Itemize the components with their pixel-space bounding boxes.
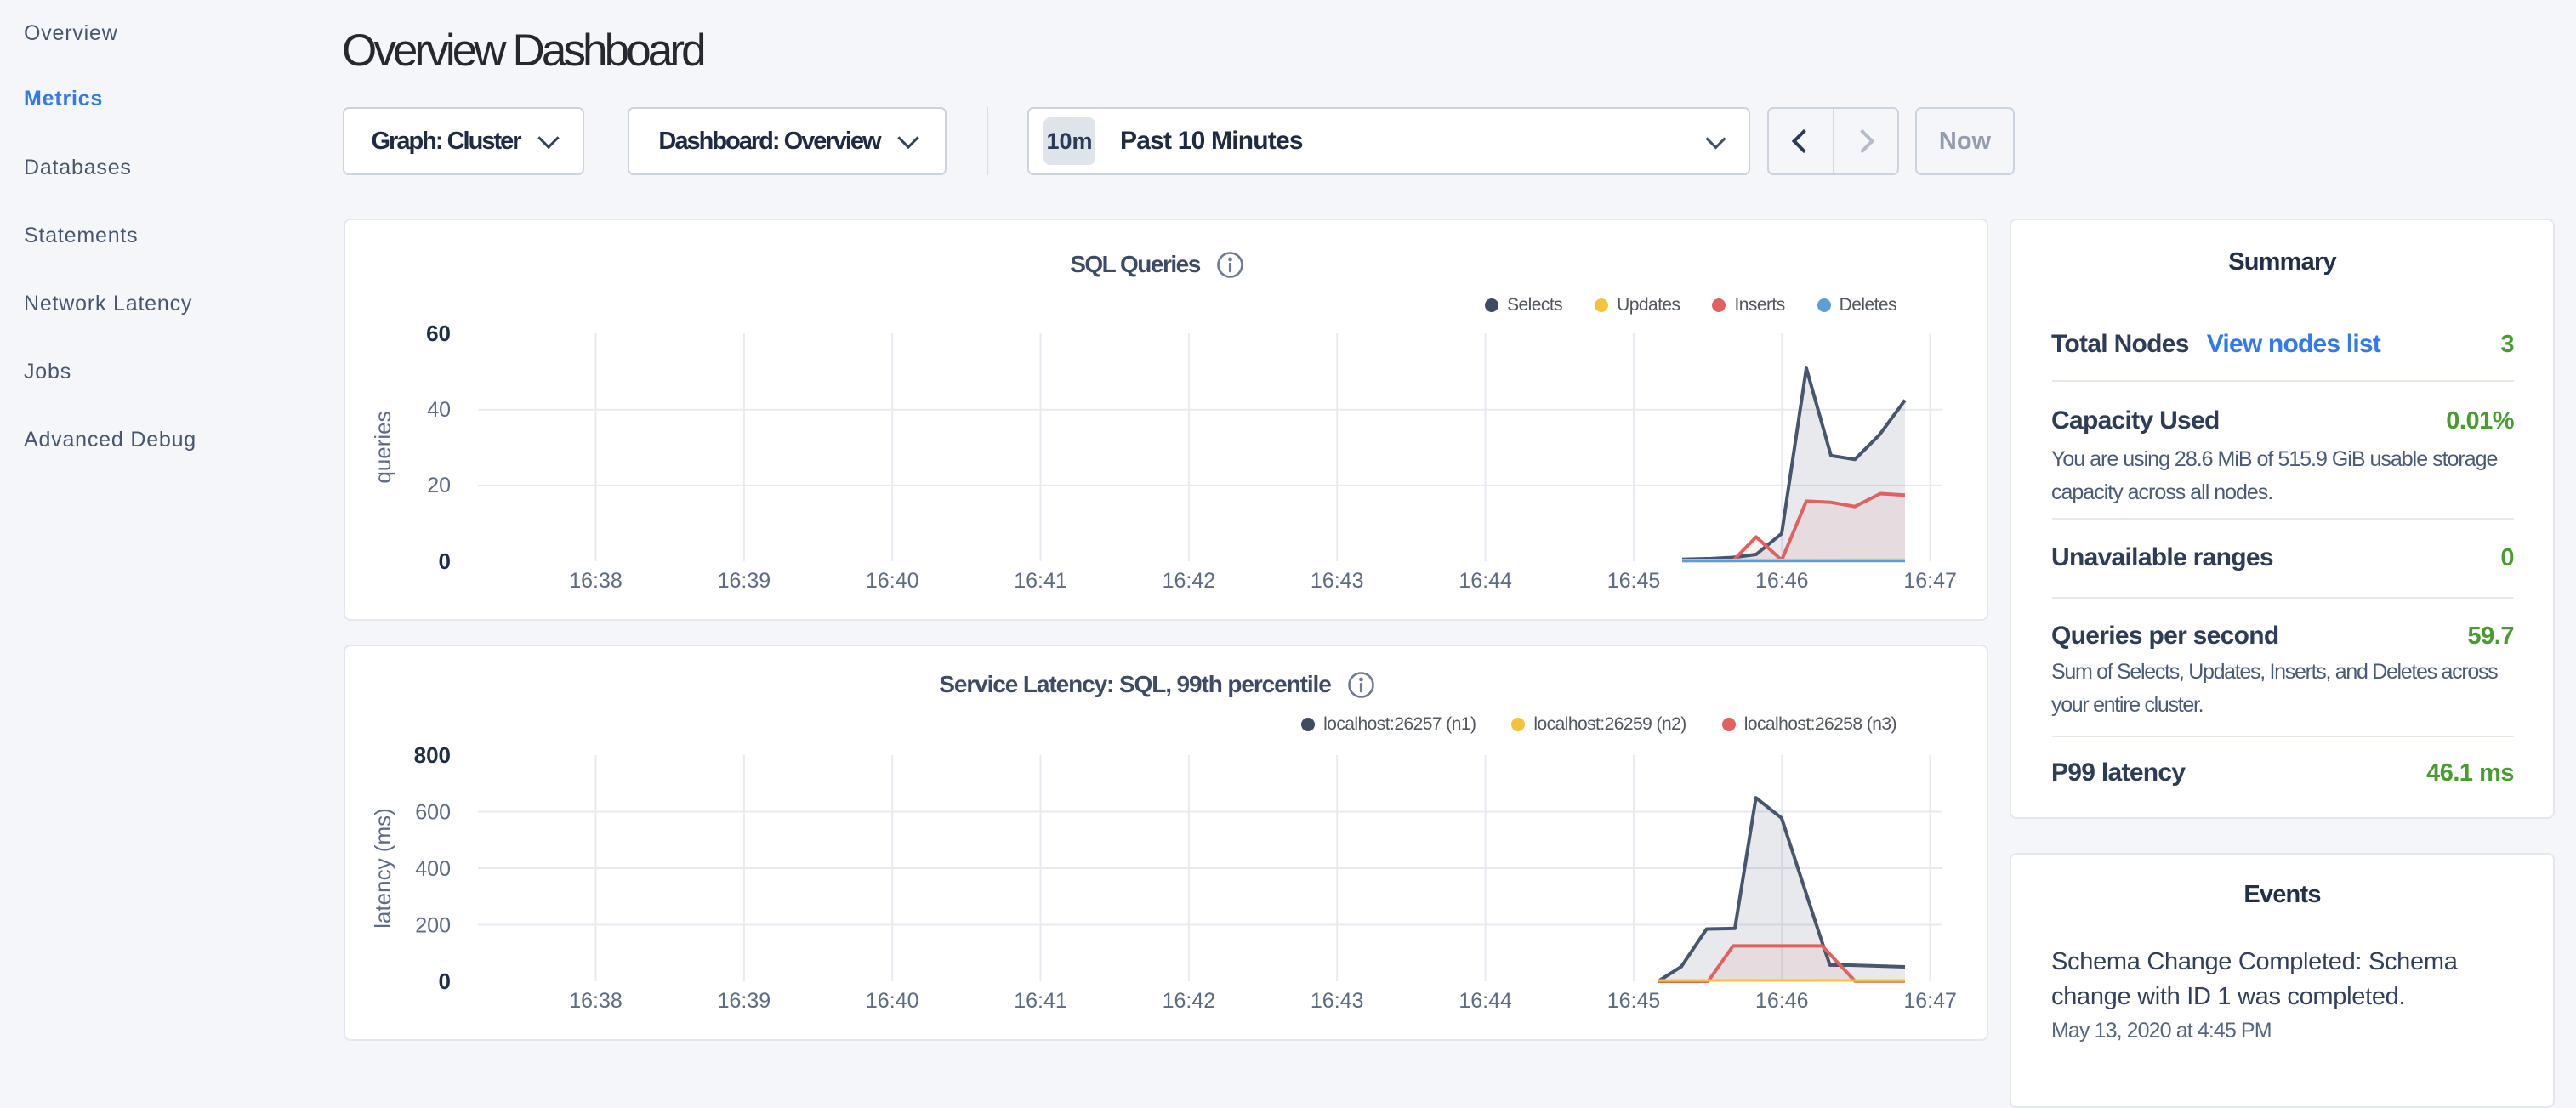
svg-text:16:46: 16:46 xyxy=(1755,989,1809,1013)
svg-text:16:46: 16:46 xyxy=(1755,569,1809,593)
svg-text:0: 0 xyxy=(439,548,451,574)
svg-text:16:41: 16:41 xyxy=(1014,569,1067,593)
svg-text:16:42: 16:42 xyxy=(1163,989,1216,1013)
svg-text:16:38: 16:38 xyxy=(569,989,623,1013)
svg-text:16:43: 16:43 xyxy=(1311,989,1364,1013)
svg-text:16:43: 16:43 xyxy=(1311,569,1364,593)
svg-text:16:44: 16:44 xyxy=(1459,569,1512,593)
svg-text:16:40: 16:40 xyxy=(866,569,919,593)
svg-text:20: 20 xyxy=(427,474,451,497)
svg-text:600: 600 xyxy=(415,801,451,825)
svg-text:queries: queries xyxy=(370,411,395,483)
svg-text:16:47: 16:47 xyxy=(1903,569,1957,593)
svg-text:16:40: 16:40 xyxy=(866,989,919,1013)
svg-text:16:39: 16:39 xyxy=(718,569,771,593)
svg-text:16:47: 16:47 xyxy=(1903,989,1957,1013)
svg-text:800: 800 xyxy=(414,742,451,768)
svg-text:16:45: 16:45 xyxy=(1607,989,1661,1013)
svg-text:16:42: 16:42 xyxy=(1163,569,1216,593)
svg-text:200: 200 xyxy=(415,914,451,938)
svg-text:60: 60 xyxy=(426,321,451,346)
svg-text:16:41: 16:41 xyxy=(1014,989,1067,1013)
svg-text:16:45: 16:45 xyxy=(1607,569,1661,593)
svg-text:400: 400 xyxy=(415,857,451,881)
svg-text:40: 40 xyxy=(427,398,451,422)
svg-text:16:38: 16:38 xyxy=(569,569,623,593)
svg-text:0: 0 xyxy=(439,969,451,994)
svg-text:latency (ms): latency (ms) xyxy=(370,808,395,929)
svg-text:16:44: 16:44 xyxy=(1459,989,1512,1013)
svg-text:16:39: 16:39 xyxy=(718,989,771,1013)
